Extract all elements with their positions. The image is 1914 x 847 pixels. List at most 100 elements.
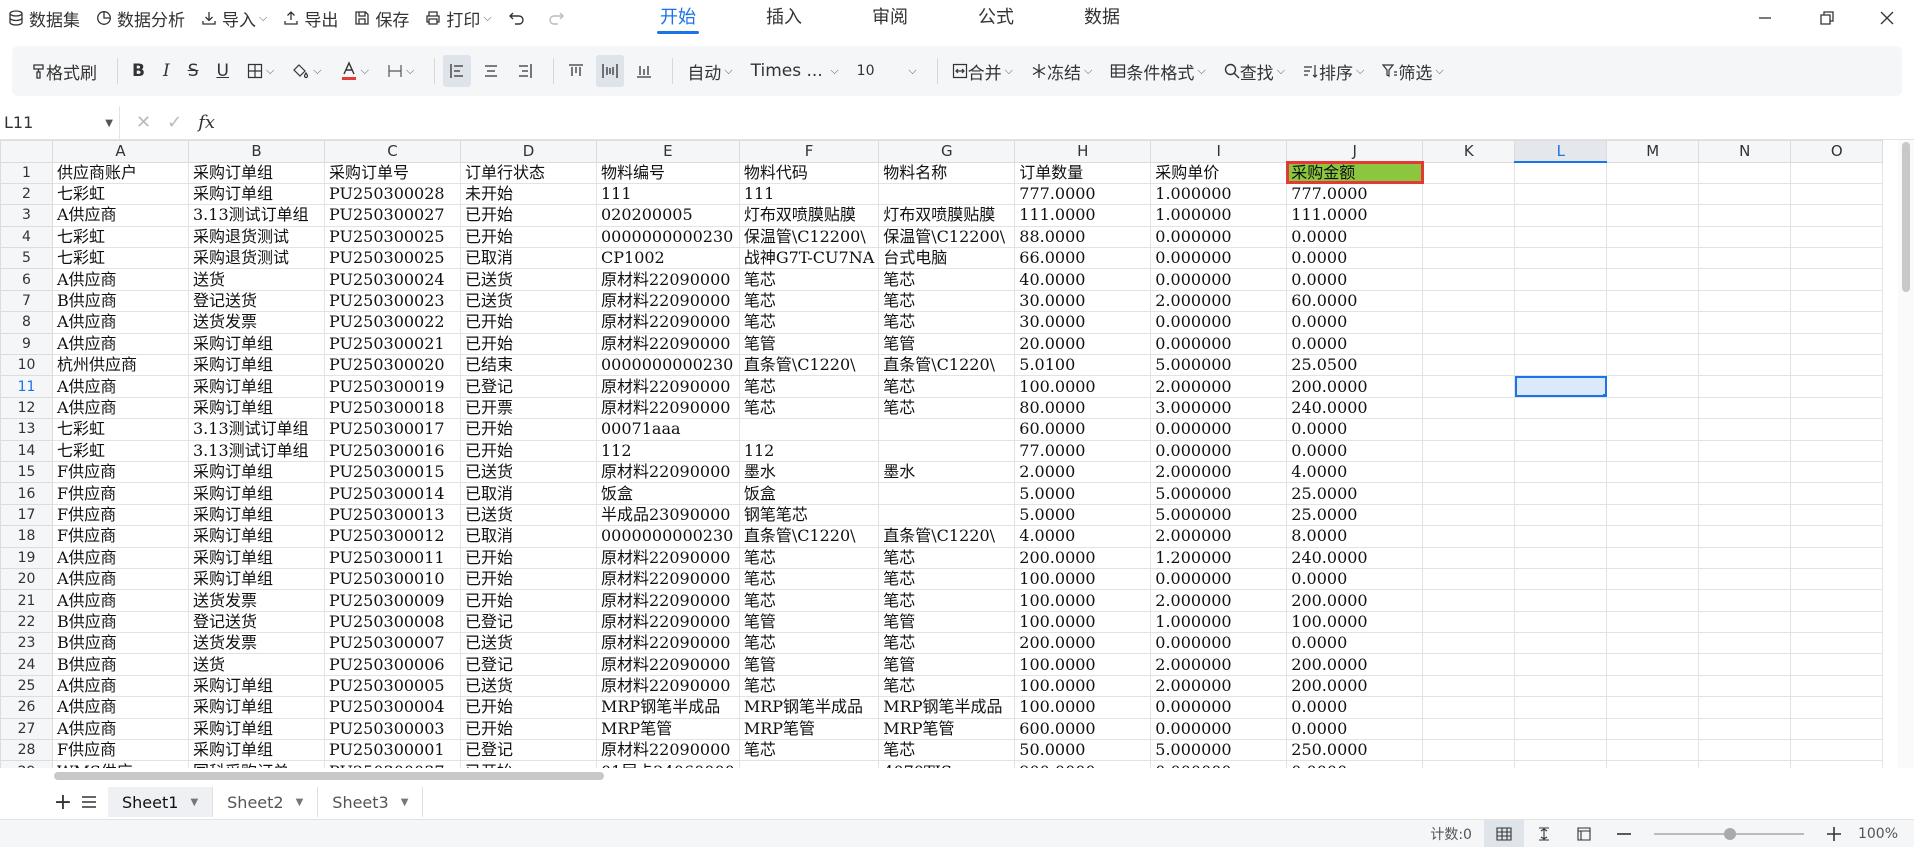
cell-o9[interactable] [1790,332,1884,356]
cell-e2[interactable]: 111 [596,182,740,206]
page-layout-view-button[interactable] [1564,820,1604,847]
cell-k11[interactable] [1422,375,1516,398]
cell-d27[interactable]: 已开始 [460,717,597,741]
cell-c3[interactable]: PU250300027 [324,204,461,227]
cell-j7[interactable]: 60.0000 [1286,289,1424,313]
cell-a7[interactable]: B供应商 [52,289,189,313]
cell-a27[interactable]: A供应商 [52,717,189,741]
cell-k27[interactable] [1422,717,1516,741]
cell-k15[interactable] [1422,460,1516,484]
cell-c14[interactable]: PU250300016 [324,439,461,462]
cell-j13[interactable]: 0.0000 [1286,418,1424,441]
strikethrough-button[interactable]: S [182,55,205,87]
cell-a19[interactable]: A供应商 [52,546,189,569]
cell-j25[interactable]: 200.0000 [1286,674,1424,698]
scroll-thumb[interactable] [1902,142,1910,292]
cell-i10[interactable]: 5.000000 [1150,354,1288,377]
zoom-slider-knob[interactable] [1723,827,1736,840]
row-header[interactable]: 15 [0,460,53,484]
cell-g5[interactable]: 台式电脑 [878,247,1016,270]
cell-a13[interactable]: 七彩虹 [52,418,189,441]
cell-c11[interactable]: PU250300019 [324,375,461,398]
cell-k16[interactable] [1422,482,1516,505]
cell-o7[interactable] [1790,289,1884,313]
cell-d6[interactable]: 已送货 [460,268,597,291]
cell-f8[interactable]: 笔芯 [738,311,880,334]
cell-e16[interactable]: 饭盒 [596,482,740,505]
cell-h14[interactable]: 77.0000 [1014,439,1152,462]
cell-l12[interactable] [1514,396,1608,420]
cell-j3[interactable]: 111.0000 [1286,204,1424,227]
align-right-button[interactable] [511,55,539,87]
cell-h23[interactable]: 200.0000 [1014,632,1152,655]
cell-b4[interactable]: 采购退货测试 [188,225,325,249]
cell-k17[interactable] [1422,503,1516,527]
cell-n2[interactable] [1698,182,1792,206]
cell-n29[interactable] [1698,760,1792,768]
cell-h20[interactable]: 100.0000 [1014,567,1152,591]
cell-l28[interactable] [1514,739,1608,762]
cell-b1[interactable]: 采购订单组 [188,161,325,184]
cell-k18[interactable] [1422,525,1516,548]
cell-g3[interactable]: 灯布双喷膜贴膜 [878,204,1016,227]
analysis-menu[interactable]: 数据分析 [88,0,193,36]
cell-k22[interactable] [1422,610,1516,634]
cell-m16[interactable] [1606,482,1700,505]
cell-l26[interactable] [1514,696,1608,719]
cell-h16[interactable]: 5.0000 [1014,482,1152,505]
cell-g23[interactable]: 笔芯 [878,632,1016,655]
cell-h22[interactable]: 100.0000 [1014,610,1152,634]
cell-b10[interactable]: 采购订单组 [188,354,325,377]
cell-j18[interactable]: 8.0000 [1286,525,1424,548]
cell-h11[interactable]: 100.0000 [1014,375,1152,398]
font-size-dropdown[interactable]: 10 ⌵ [851,55,923,87]
fx-icon[interactable]: fx [198,112,215,133]
cell-c4[interactable]: PU250300025 [324,225,461,249]
cell-k29[interactable] [1422,760,1516,768]
cell-e25[interactable]: 原材料22090000 [596,674,740,698]
cell-h13[interactable]: 60.0000 [1014,418,1152,441]
cell-b15[interactable]: 采购订单组 [188,460,325,484]
cell-o24[interactable] [1790,653,1884,676]
cell-n20[interactable] [1698,567,1792,591]
cell-j11[interactable]: 200.0000 [1286,375,1424,398]
cell-o6[interactable] [1790,268,1884,291]
export-menu[interactable]: 导出 [275,0,346,36]
cell-j23[interactable]: 0.0000 [1286,632,1424,655]
cell-f4[interactable]: 保温管\C12200\ [738,225,880,249]
row-header[interactable]: 27 [0,717,53,741]
cell-i2[interactable]: 1.000000 [1150,182,1288,206]
cell-n10[interactable] [1698,354,1792,377]
row-header[interactable]: 28 [0,739,53,762]
cell-b20[interactable]: 采购订单组 [188,567,325,591]
cell-o14[interactable] [1790,439,1884,462]
zoom-in-button[interactable] [1814,820,1854,847]
cell-f29[interactable] [738,760,880,768]
column-header-l[interactable]: L [1514,140,1608,163]
cell-k24[interactable] [1422,653,1516,676]
cell-i29[interactable]: 0.000000 [1150,760,1288,768]
cell-o25[interactable] [1790,674,1884,698]
cell-g18[interactable]: 直条管\C1220\ [878,525,1016,548]
cell-n25[interactable] [1698,674,1792,698]
cell-l23[interactable] [1514,632,1608,655]
scroll-thumb[interactable] [54,772,604,780]
cell-a28[interactable]: F供应商 [52,739,189,762]
cell-a17[interactable]: F供应商 [52,503,189,527]
format-painter-button[interactable]: 格式刷 [26,55,103,87]
tab-review[interactable]: 审阅 [872,0,908,36]
cell-g14[interactable] [878,439,1016,462]
cell-k21[interactable] [1422,589,1516,612]
cell-n12[interactable] [1698,396,1792,420]
cell-i12[interactable]: 3.000000 [1150,396,1288,420]
cell-a11[interactable]: A供应商 [52,375,189,398]
cell-g6[interactable]: 笔芯 [878,268,1016,291]
cell-i28[interactable]: 5.000000 [1150,739,1288,762]
cell-n26[interactable] [1698,696,1792,719]
cell-f12[interactable]: 笔芯 [738,396,880,420]
cell-n27[interactable] [1698,717,1792,741]
normal-view-button[interactable] [1483,819,1524,847]
cell-l15[interactable] [1514,460,1608,484]
cell-a2[interactable]: 七彩虹 [52,182,189,206]
cell-d3[interactable]: 已开始 [460,204,597,227]
